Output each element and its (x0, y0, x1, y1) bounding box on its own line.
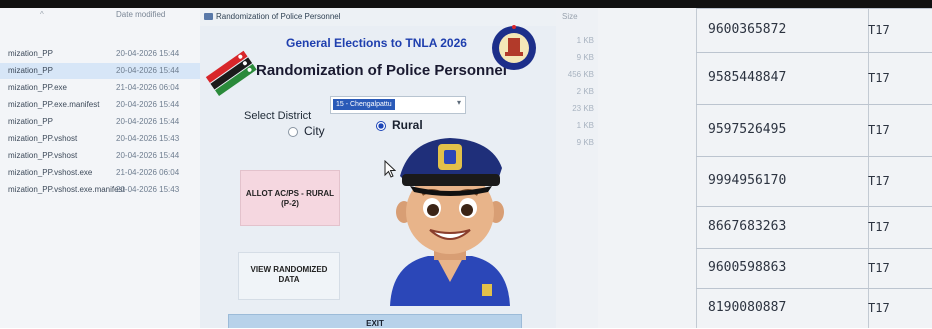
file-row[interactable]: mization_PP.vshost 20-04-2026 15:44 (0, 148, 200, 164)
mouse-cursor-icon (384, 160, 396, 178)
file-date: 20-04-2026 15:44 (116, 66, 180, 75)
file-row[interactable]: mization_PP 20-04-2026 15:44 (0, 114, 200, 130)
file-row[interactable]: mization_PP.vshost 20-04-2026 15:43 (0, 131, 200, 147)
phone-number: 8190080887 (708, 300, 787, 315)
election-heading: General Elections to TNLA 2026 (286, 36, 467, 50)
station-code: T17 (868, 71, 890, 85)
phone-number: 9600598863 (708, 260, 787, 275)
file-name: mization_PP (8, 49, 53, 58)
station-code: T17 (868, 23, 890, 37)
district-select[interactable]: 15 - Chengalpattu ▾ (330, 96, 466, 114)
top-bezel (0, 0, 932, 8)
evm-logo-icon (205, 50, 257, 97)
table-row: 9597526495 T17 (696, 104, 932, 157)
station-code: T17 (868, 123, 890, 137)
table-row: 9994956170 T17 (696, 156, 932, 207)
table-row: 8667683263 T17 (696, 206, 932, 249)
window-title: Randomization of Police Personnel (216, 12, 341, 21)
file-date: 20-04-2026 15:43 (116, 134, 180, 143)
file-name: mization_PP.vshost.exe.manifest (8, 185, 125, 194)
station-code: T17 (868, 174, 890, 188)
file-name: mization_PP (8, 66, 53, 75)
page-title: Randomization of Police Personnel (256, 62, 507, 79)
allot-button-label: ALLOT AC/PS - RURAL (P-2) (245, 189, 335, 208)
file-row[interactable]: mization_PP.exe.manifest 20-04-2026 15:44 (0, 97, 200, 113)
file-row[interactable]: mization_PP.exe 21-04-2026 06:04 (0, 80, 200, 96)
table-row: 8190080887 T17 (696, 288, 932, 329)
table-row: 9585448847 T17 (696, 52, 932, 105)
phone-number: 9597526495 (708, 122, 787, 137)
column-header-date[interactable]: Date modified (116, 10, 165, 19)
radio-rural-label: Rural (392, 118, 423, 132)
phone-number: 9585448847 (708, 70, 787, 85)
chevron-down-icon[interactable]: ▾ (457, 98, 461, 107)
police-emblem-icon (492, 25, 536, 70)
file-name: mization_PP.exe.manifest (8, 100, 100, 109)
column-header-size[interactable]: Size (562, 12, 578, 21)
file-name: mization_PP.vshost (8, 151, 78, 160)
radio-city-dot[interactable] (288, 126, 298, 137)
file-name: mization_PP (8, 117, 53, 126)
radio-rural[interactable]: Rural (376, 118, 423, 132)
randomization-app-window: Randomization of Police Personnel Genera… (200, 8, 556, 328)
file-date: 20-04-2026 15:44 (116, 100, 180, 109)
file-date: 20-04-2026 15:44 (116, 117, 180, 126)
file-size: 9 KB (576, 53, 594, 62)
station-code: T17 (868, 261, 890, 275)
sort-caret-icon[interactable]: ^ (40, 10, 44, 19)
exit-button-label: EXIT (366, 319, 384, 328)
file-name: mization_PP.vshost.exe (8, 168, 93, 177)
view-randomized-data-button[interactable]: VIEW RANDOMIZED DATA (238, 252, 340, 300)
file-size: 1 KB (576, 121, 594, 130)
table-row: 9600598863 T17 (696, 248, 932, 289)
exit-button[interactable]: EXIT (228, 314, 522, 328)
phone-number: 8667683263 (708, 219, 787, 234)
file-row[interactable]: mization_PP 20-04-2026 15:44 (0, 63, 200, 79)
phone-number: 9600365872 (708, 22, 787, 37)
file-size: 456 KB (567, 70, 594, 79)
file-row[interactable]: mization_PP.vshost.exe.manifest 20-04-202… (0, 182, 200, 198)
file-date: 20-04-2026 15:43 (116, 185, 180, 194)
file-size: 9 KB (576, 138, 594, 147)
radio-rural-dot[interactable] (376, 120, 386, 131)
phone-table: 9600365872 T17 9585448847 T17 9597526495 T17 9… (598, 8, 932, 328)
phone-number: 9994956170 (708, 173, 787, 188)
file-date: 21-04-2026 06:04 (116, 168, 180, 177)
station-code: T17 (868, 301, 890, 315)
view-button-label: VIEW RANDOMIZED DATA (250, 265, 328, 284)
file-date: 20-04-2026 15:44 (116, 151, 180, 160)
file-size: 23 KB (572, 104, 594, 113)
file-row[interactable]: mization_PP.vshost.exe 21-04-2026 06:04 (0, 165, 200, 181)
file-name: mization_PP.vshost (8, 134, 78, 143)
file-name: mization_PP.exe (8, 83, 67, 92)
file-size: 1 KB (576, 36, 594, 45)
allot-ac-ps-button[interactable]: ALLOT AC/PS - RURAL (P-2) (240, 170, 340, 226)
radio-city[interactable]: City (288, 124, 325, 138)
district-select-value: 15 - Chengalpattu (333, 99, 395, 110)
select-district-label: Select District (244, 110, 312, 122)
file-date: 21-04-2026 06:04 (116, 83, 180, 92)
radio-city-label: City (304, 124, 325, 138)
app-icon (204, 13, 213, 20)
file-date: 20-04-2026 15:44 (116, 49, 180, 58)
file-explorer: ^ Date modified mization_PP 20-04-2026 15… (0, 8, 200, 328)
size-column: Size 1 KB 9 KB 456 KB 2 KB 23 KB 1 KB 9 KB (556, 8, 598, 328)
file-size: 2 KB (576, 87, 594, 96)
file-row[interactable]: mization_PP 20-04-2026 15:44 (0, 46, 200, 62)
station-code: T17 (868, 220, 890, 234)
table-row: 9600365872 T17 (696, 8, 932, 53)
